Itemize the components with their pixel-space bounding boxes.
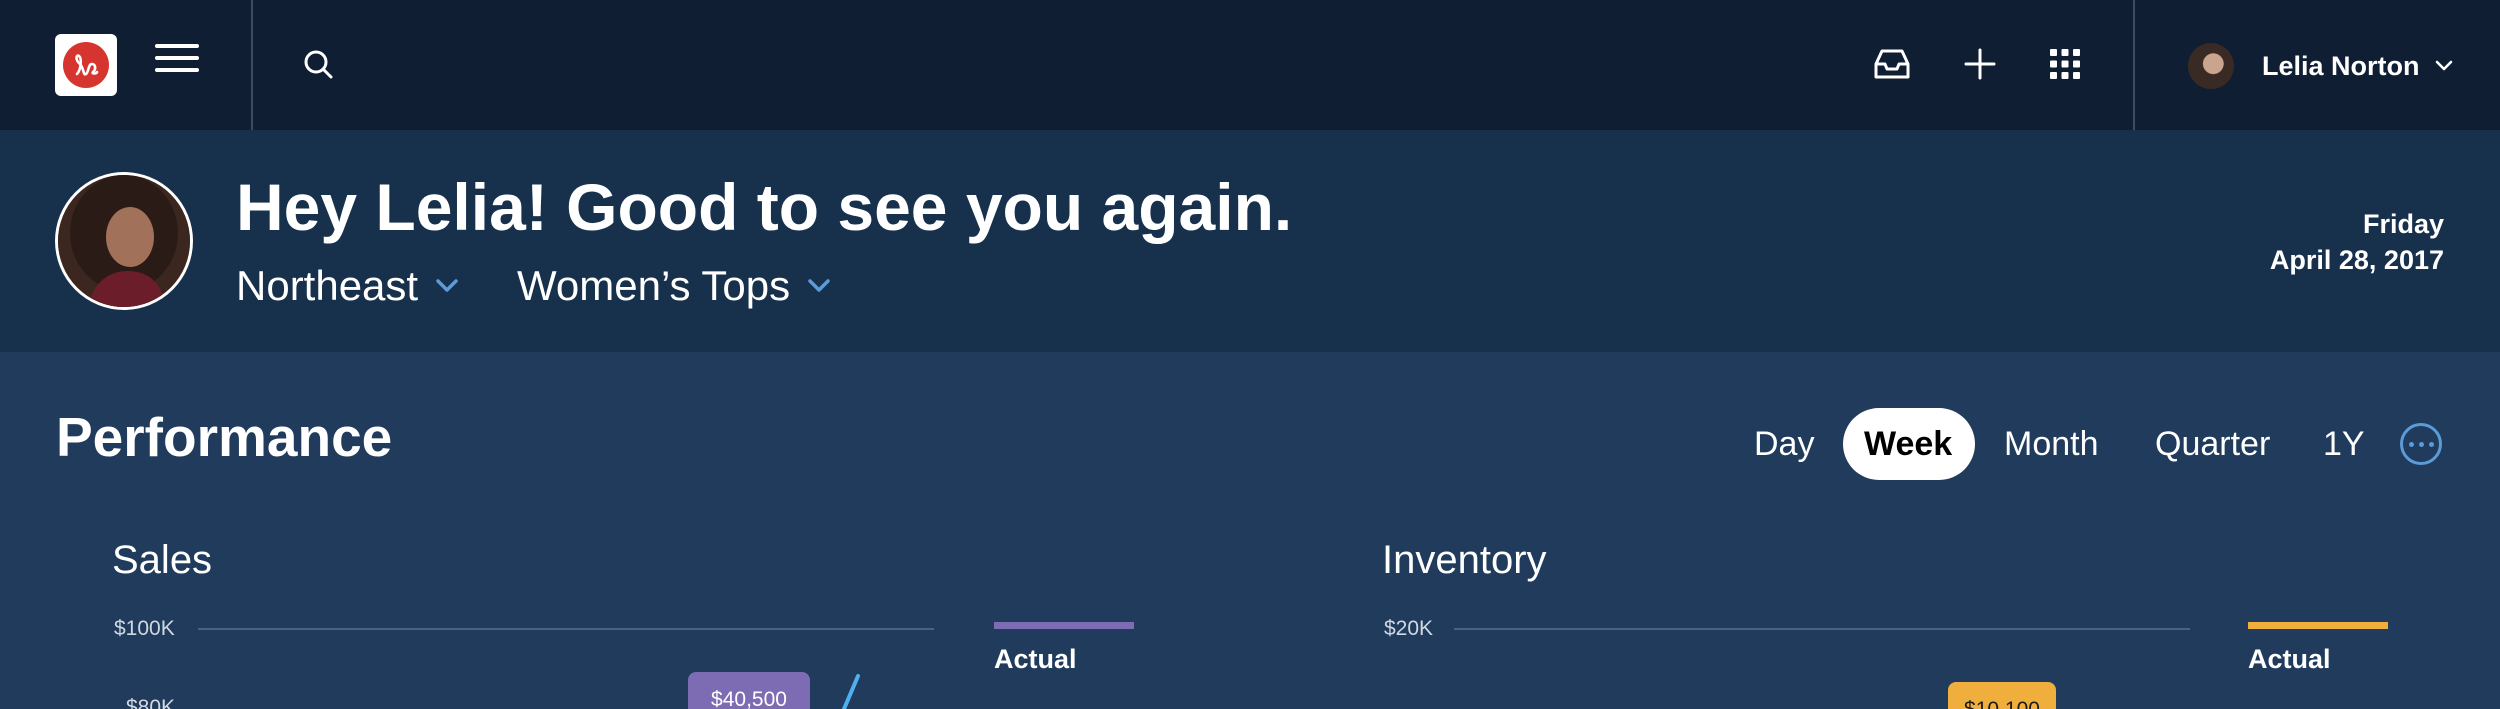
date-weekday: Friday bbox=[2362, 209, 2444, 239]
sales-title: Sales bbox=[112, 538, 213, 582]
sales-legend-swatch bbox=[994, 622, 1134, 629]
range-day[interactable]: Day bbox=[1754, 427, 1814, 461]
apps-grid-icon[interactable] bbox=[2045, 44, 2089, 88]
inventory-title: Inventory bbox=[1382, 538, 1547, 582]
inventory-tooltip-value: $10,100 bbox=[1964, 698, 2040, 709]
region-selector[interactable]: Northeast bbox=[236, 265, 460, 307]
user-avatar bbox=[2188, 43, 2234, 89]
category-label: Women’s Tops bbox=[517, 262, 791, 309]
category-selector[interactable]: Women’s Tops bbox=[517, 265, 832, 307]
profile-avatar bbox=[55, 172, 193, 310]
inventory-legend-label: Actual bbox=[2248, 644, 2331, 674]
inventory-tooltip: $10,100 bbox=[1948, 682, 2056, 709]
chevron-down-icon bbox=[808, 279, 830, 292]
inventory-legend-swatch bbox=[2248, 622, 2388, 629]
sales-tick: $80K bbox=[126, 696, 176, 709]
chevron-down-icon bbox=[436, 279, 458, 292]
range-1y[interactable]: 1Y bbox=[2323, 427, 2365, 461]
top-nav-bar: Lelia Norton bbox=[0, 0, 2500, 130]
section-title: Performance bbox=[56, 406, 393, 468]
range-quarter[interactable]: Quarter bbox=[2155, 427, 2270, 461]
nav-divider bbox=[2133, 0, 2135, 130]
current-date: Friday April 28, 2017 bbox=[2270, 206, 2444, 278]
more-options-icon[interactable] bbox=[2400, 423, 2442, 465]
brand-logo[interactable] bbox=[55, 34, 117, 96]
sales-line bbox=[842, 674, 860, 709]
user-name: Lelia Norton bbox=[2262, 50, 2420, 81]
sales-tooltip: $40,500 bbox=[688, 672, 810, 709]
greeting-title: Hey Lelia! Good to see you again. bbox=[236, 170, 1293, 244]
sales-gridline bbox=[198, 628, 934, 630]
sales-tooltip-value: $40,500 bbox=[711, 688, 787, 709]
sales-tick: $100K bbox=[114, 617, 175, 640]
greeting-banner: Hey Lelia! Good to see you again. Northe… bbox=[0, 130, 2500, 352]
hamburger-menu-icon[interactable] bbox=[155, 44, 199, 84]
region-label: Northeast bbox=[236, 262, 419, 309]
chevron-down-icon bbox=[2435, 60, 2452, 71]
inventory-gridline bbox=[1454, 628, 2190, 630]
range-week[interactable]: Week bbox=[1864, 427, 1952, 461]
inbox-icon[interactable] bbox=[1872, 44, 1916, 88]
add-icon[interactable] bbox=[1960, 44, 2004, 88]
range-month[interactable]: Month bbox=[2004, 427, 2099, 461]
search-icon[interactable] bbox=[302, 48, 342, 88]
user-menu[interactable]: Lelia Norton bbox=[2188, 41, 2454, 91]
lululemon-logo-icon bbox=[63, 42, 109, 88]
inventory-tick: $20K bbox=[1384, 617, 1434, 640]
sales-legend-label: Actual bbox=[994, 644, 1077, 674]
date-full: April 28, 2017 bbox=[2269, 245, 2444, 275]
nav-divider bbox=[251, 0, 253, 130]
